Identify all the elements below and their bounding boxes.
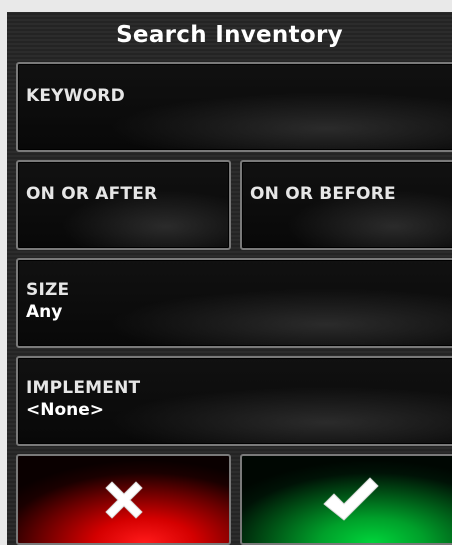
keyword-label: KEYWORD	[26, 86, 125, 106]
cancel-button[interactable]	[16, 454, 231, 545]
size-field[interactable]: SIZE Any	[16, 258, 452, 348]
on-or-after-field[interactable]: ON OR AFTER	[16, 160, 231, 250]
close-icon	[98, 474, 150, 526]
search-inventory-dialog: Search Inventory KEYWORD ON OR AFTER ON …	[7, 12, 452, 545]
implement-label: IMPLEMENT	[26, 378, 141, 398]
size-value: Any	[26, 302, 63, 322]
on-or-before-label: ON OR BEFORE	[250, 184, 396, 204]
checkmark-icon	[320, 474, 382, 526]
confirm-button[interactable]	[240, 454, 452, 545]
implement-value: <None>	[26, 400, 105, 420]
size-label: SIZE	[26, 280, 70, 300]
on-or-before-field[interactable]: ON OR BEFORE	[240, 160, 452, 250]
on-or-after-label: ON OR AFTER	[26, 184, 158, 204]
keyword-field[interactable]: KEYWORD	[16, 62, 452, 152]
dialog-title: Search Inventory	[116, 22, 343, 48]
implement-field[interactable]: IMPLEMENT <None>	[16, 356, 452, 446]
